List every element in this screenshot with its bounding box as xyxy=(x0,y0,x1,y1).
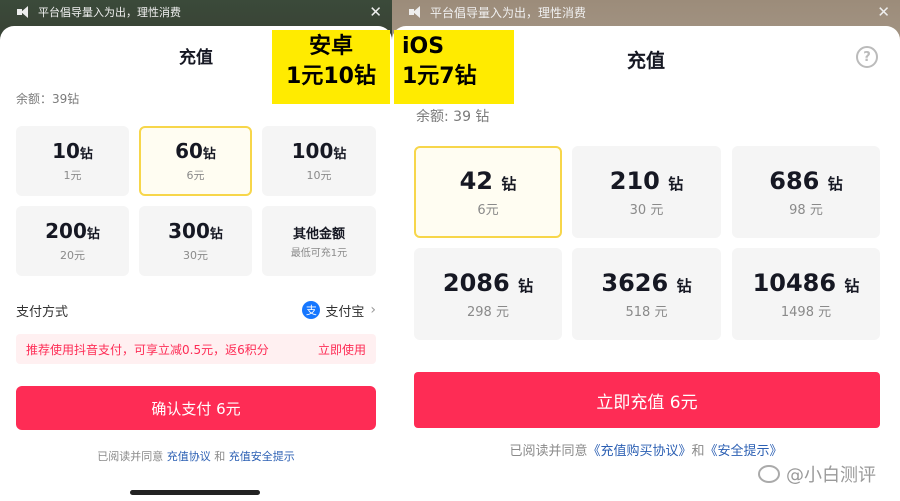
help-icon[interactable]: ? xyxy=(856,46,878,68)
agreement-text: 已阅读并同意《充值购买协议》和《安全提示》 xyxy=(509,444,783,459)
package-tile[interactable]: 2086 钻 298 元 xyxy=(414,248,562,340)
promo-text: 推荐使用抖音支付，可享立减0.5元，返6积分 xyxy=(26,342,269,357)
package-tile[interactable]: 100钻 10元 xyxy=(262,126,376,196)
package-price: 6元 xyxy=(186,169,205,182)
chevron-right-icon: › xyxy=(370,302,376,318)
package-amount: 686 xyxy=(769,166,820,195)
notice-text: 平台倡导量入为出，理性消费 xyxy=(430,5,587,20)
package-price: 298 元 xyxy=(467,304,509,320)
comparison-screenshot: 平台倡导量入为出，理性消费 ✕ 充值 余额：39钻 10钻 1元 60钻 6元 … xyxy=(0,0,900,501)
package-amount: 3626 xyxy=(601,268,669,297)
package-amount: 10486 xyxy=(752,268,837,297)
payment-method-row[interactable]: 支付方式 支 支付宝 › xyxy=(16,300,376,320)
package-amount: 300 xyxy=(168,219,210,243)
package-amount: 60 xyxy=(175,139,203,163)
speaker-icon xyxy=(16,6,30,18)
package-tile-selected[interactable]: 42 钻 6元 xyxy=(414,146,562,238)
recharge-now-button[interactable]: 立即充值 6元 xyxy=(414,372,880,428)
payment-method-label: 支付方式 xyxy=(16,304,69,320)
home-indicator xyxy=(130,490,260,495)
agreement-text: 已阅读并同意 充值协议 和 充值安全提示 xyxy=(97,450,295,463)
safety-tips-link[interactable]: 充值安全提示 xyxy=(229,450,295,463)
recharge-agreement-link[interactable]: 充值协议 xyxy=(167,450,211,463)
package-tile[interactable]: 300钻 30元 xyxy=(139,206,252,276)
package-price: 1元 xyxy=(63,169,82,182)
close-icon[interactable]: ✕ xyxy=(369,3,382,21)
alipay-icon: 支 xyxy=(302,301,321,319)
package-price: 30元 xyxy=(183,249,208,262)
close-icon[interactable]: ✕ xyxy=(877,3,890,21)
package-tile[interactable]: 200钻 20元 xyxy=(16,206,129,276)
package-tile[interactable]: 210 钻 30 元 xyxy=(572,146,721,238)
package-price: 20元 xyxy=(60,249,85,262)
package-tile[interactable]: 686 钻 98 元 xyxy=(732,146,880,238)
android-notice-bar: 平台倡导量入为出，理性消费 ✕ xyxy=(16,0,392,24)
package-amount: 200 xyxy=(45,219,87,243)
safety-tips-link[interactable]: 《安全提示》 xyxy=(705,444,783,459)
weibo-logo-icon xyxy=(758,465,780,483)
package-amount: 2086 xyxy=(442,268,510,297)
package-tile-selected[interactable]: 60钻 6元 xyxy=(139,126,252,196)
other-amount-label: 其他金额 xyxy=(292,227,345,242)
promo-use-button[interactable]: 立即使用 xyxy=(318,341,366,358)
package-price: 10元 xyxy=(306,169,332,182)
package-price: 6元 xyxy=(477,202,499,218)
package-amount: 210 xyxy=(609,166,660,195)
confirm-pay-button[interactable]: 确认支付 6元 xyxy=(16,386,376,430)
ios-notice-bar: 平台倡导量入为出，理性消费 ✕ xyxy=(408,0,900,24)
other-amount-sub: 最低可充1元 xyxy=(290,248,348,259)
package-tile[interactable]: 10486 钻 1498 元 xyxy=(732,248,880,340)
package-amount: 42 xyxy=(459,166,494,195)
notice-text: 平台倡导量入为出，理性消费 xyxy=(38,6,181,19)
purchase-agreement-link[interactable]: 《充值购买协议》 xyxy=(587,444,691,459)
promo-banner: 推荐使用抖音支付，可享立减0.5元，返6积分 立即使用 xyxy=(16,334,376,364)
balance-text: 余额: 39 钻 xyxy=(416,109,490,125)
watermark: @小白测评 xyxy=(758,461,876,487)
payment-method-value: 支付宝 xyxy=(325,304,365,320)
package-amount: 10 xyxy=(52,139,80,163)
package-price: 518 元 xyxy=(625,304,668,320)
android-rate-tag: 安卓 1元10钻 xyxy=(272,30,390,104)
ios-rate-tag: iOS 1元7钻 xyxy=(394,30,514,104)
package-price: 1498 元 xyxy=(780,304,832,320)
package-amount: 100 xyxy=(291,139,334,163)
package-tile[interactable]: 3626 钻 518 元 xyxy=(572,248,721,340)
package-price: 30 元 xyxy=(629,202,664,218)
speaker-icon xyxy=(408,6,422,18)
package-tile[interactable]: 10钻 1元 xyxy=(16,126,129,196)
balance-text: 余额：39钻 xyxy=(16,92,80,106)
other-amount-tile[interactable]: 其他金额 最低可充1元 xyxy=(262,206,376,276)
package-price: 98 元 xyxy=(789,202,823,218)
